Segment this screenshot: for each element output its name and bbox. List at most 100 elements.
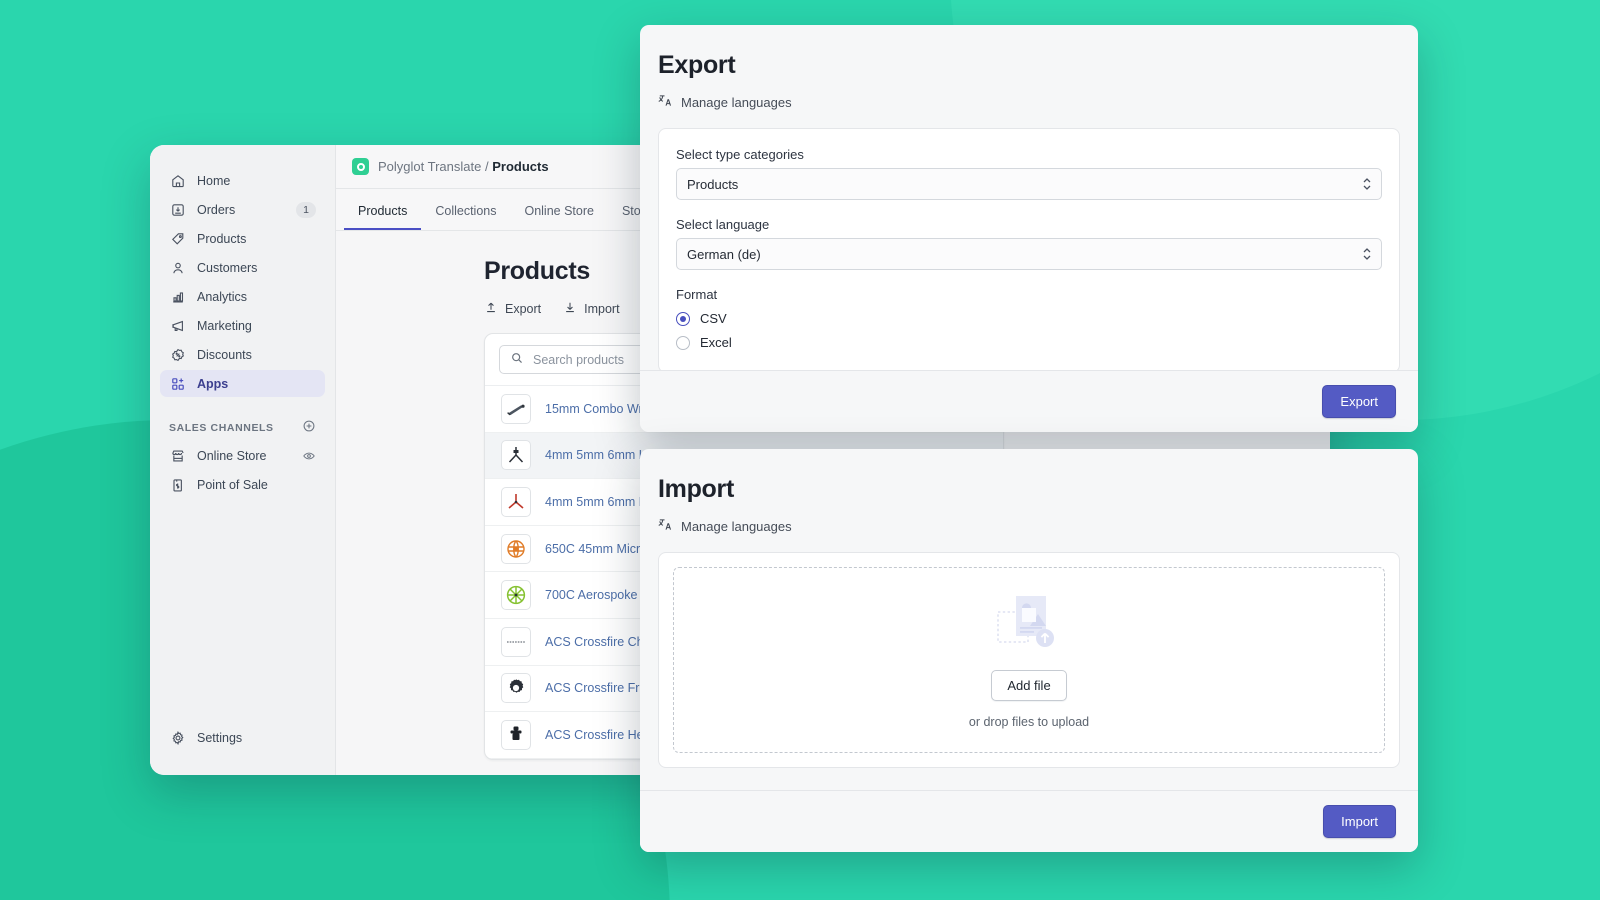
add-file-button[interactable]: Add file — [991, 669, 1067, 701]
import-manage-languages-link[interactable]: Manage languages — [658, 517, 1400, 535]
select-language-label: Select language — [676, 217, 770, 232]
person-icon — [169, 259, 186, 276]
plus-circle-icon[interactable] — [302, 419, 316, 436]
sidebar-item-products[interactable]: Products — [160, 225, 325, 252]
import-action[interactable]: Import — [563, 300, 620, 317]
tab-collections[interactable]: Collections — [421, 204, 510, 230]
translate-icon — [658, 517, 673, 535]
breadcrumb: Polyglot Translate / Products — [378, 159, 549, 174]
cog-icon — [501, 673, 531, 704]
headset-icon — [501, 719, 531, 750]
sidebar-item-label: Home — [197, 173, 231, 188]
sidebar-nav: Home Orders 1 Products Customers Analyti… — [150, 167, 335, 399]
file-dropzone[interactable]: Add file or drop files to upload — [673, 567, 1385, 753]
export-manage-languages-link[interactable]: Manage languages — [658, 93, 1400, 111]
translate-icon — [658, 93, 673, 111]
format-option-csv[interactable]: CSV — [676, 311, 1382, 326]
export-panel-footer: Export — [640, 370, 1418, 432]
sidebar-item-marketing[interactable]: Marketing — [160, 312, 325, 339]
sidebar-item-label: Discounts — [197, 347, 252, 362]
sidebar: Home Orders 1 Products Customers Analyti… — [150, 145, 336, 775]
search-icon — [510, 351, 524, 368]
eye-icon[interactable] — [302, 449, 316, 463]
sidebar-item-label: Point of Sale — [197, 477, 268, 492]
import-panel-footer: Import — [640, 790, 1418, 852]
screenshot-stage: Home Orders 1 Products Customers Analyti… — [0, 0, 1600, 900]
export-submit-button[interactable]: Export — [1322, 385, 1396, 418]
breadcrumb-app[interactable]: Polyglot Translate — [378, 159, 481, 174]
import-panel: Import Manage languages Add file or drop… — [640, 449, 1418, 852]
sidebar-channels: Online Store Point of Sale — [150, 442, 335, 500]
import-action-label: Import — [584, 301, 620, 316]
sidebar-item-label: Settings — [197, 730, 243, 745]
radio-excel[interactable] — [676, 335, 690, 350]
pos-icon — [169, 476, 186, 493]
chevron-updown-icon — [1363, 178, 1371, 190]
sidebar-item-analytics[interactable]: Analytics — [160, 283, 325, 310]
sidebar-item-label: Customers — [197, 260, 258, 275]
store-icon — [169, 447, 186, 464]
sidebar-section-label: SALES CHANNELS — [169, 421, 274, 434]
import-submit-button[interactable]: Import — [1323, 805, 1396, 838]
select-type-categories[interactable]: Products — [676, 168, 1382, 200]
sidebar-item-label: Apps — [197, 376, 229, 391]
export-panel-body: Export Manage languages Select type cate… — [640, 25, 1418, 373]
export-action[interactable]: Export — [484, 300, 541, 317]
select-language[interactable]: German (de) — [676, 238, 1382, 270]
import-manage-languages-label: Manage languages — [681, 518, 792, 534]
apps-icon — [169, 375, 186, 392]
tag-icon — [169, 230, 186, 247]
export-manage-languages-label: Manage languages — [681, 94, 792, 110]
sidebar-item-customers[interactable]: Customers — [160, 254, 325, 281]
sidebar-item-home[interactable]: Home — [160, 167, 325, 194]
format-option-excel[interactable]: Excel — [676, 335, 1382, 350]
radio-csv[interactable] — [676, 311, 690, 326]
format-label: Format — [676, 287, 718, 302]
discount-icon — [169, 346, 186, 363]
gear-icon — [169, 729, 186, 746]
sidebar-item-label: Orders — [197, 202, 236, 217]
hex-key-dark-icon — [501, 440, 531, 471]
orders-badge: 1 — [296, 201, 316, 218]
orders-icon — [169, 201, 186, 218]
drop-hint-text: or drop files to upload — [968, 714, 1090, 729]
upload-arrow-icon — [484, 300, 498, 317]
radio-csv-label: CSV — [700, 311, 727, 326]
download-arrow-icon — [563, 300, 577, 317]
export-panel-title: Export — [658, 51, 736, 79]
file-upload-illustration — [994, 592, 1064, 658]
wrench-icon — [501, 393, 531, 424]
sidebar-item-online-store[interactable]: Online Store — [160, 442, 325, 469]
breadcrumb-current: Products — [492, 159, 549, 174]
sidebar-section-sales-channels: SALES CHANNELS — [150, 419, 335, 436]
home-icon — [169, 172, 186, 189]
chain-icon — [501, 626, 531, 657]
tab-online-store[interactable]: Online Store — [510, 204, 607, 230]
search-placeholder: Search products — [533, 352, 625, 367]
megaphone-icon — [169, 317, 186, 334]
wheel-green-icon — [501, 580, 531, 611]
sidebar-item-settings[interactable]: Settings — [160, 724, 325, 751]
sidebar-item-label: Marketing — [197, 318, 252, 333]
sidebar-item-label: Products — [197, 231, 247, 246]
export-action-label: Export — [505, 301, 542, 316]
wheel-orange-icon — [501, 533, 531, 564]
export-panel: Export Manage languages Select type cate… — [640, 25, 1418, 432]
select-type-value: Products — [687, 176, 739, 192]
bar-chart-icon — [169, 288, 186, 305]
import-panel-body: Import Manage languages Add file or drop… — [640, 449, 1418, 768]
import-panel-title: Import — [658, 475, 734, 503]
sidebar-item-label: Analytics — [197, 289, 248, 304]
select-type-label: Select type categories — [676, 147, 804, 162]
tab-products[interactable]: Products — [344, 204, 422, 230]
sidebar-item-apps[interactable]: Apps — [160, 370, 325, 397]
sidebar-item-point-of-sale[interactable]: Point of Sale — [160, 471, 325, 498]
sidebar-item-discounts[interactable]: Discounts — [160, 341, 325, 368]
chevron-updown-icon — [1363, 248, 1371, 260]
select-language-value: German (de) — [687, 246, 761, 262]
hex-key-red-icon — [501, 486, 531, 517]
sidebar-footer: Settings — [150, 724, 335, 775]
sidebar-item-label: Online Store — [197, 448, 267, 463]
export-form-card: Select type categories Products Select l… — [658, 128, 1400, 373]
sidebar-item-orders[interactable]: Orders 1 — [160, 196, 325, 223]
